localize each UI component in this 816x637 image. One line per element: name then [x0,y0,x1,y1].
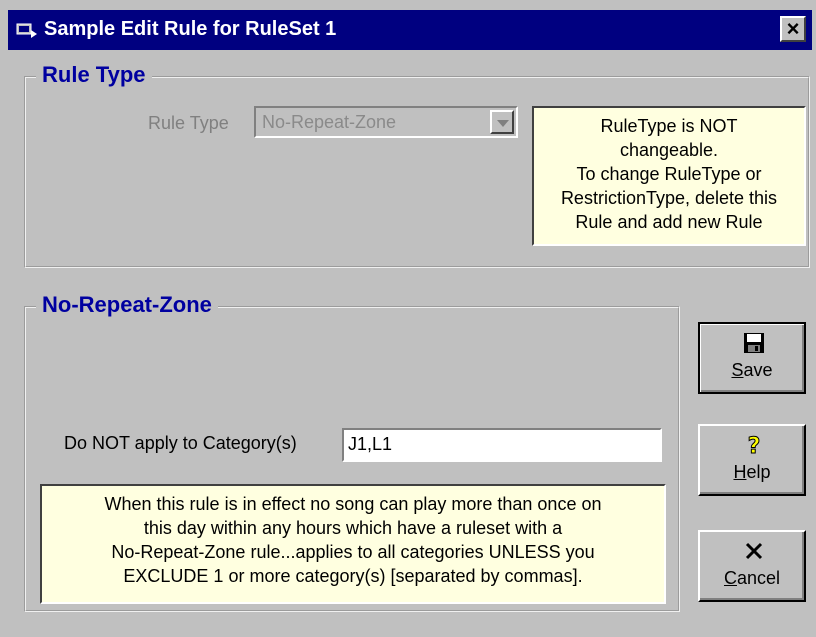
question-mark-icon: ? [741,432,767,458]
help-mnemonic: H [733,462,747,482]
rule-type-note-line: To change RuleType or [576,164,762,184]
window-title: Sample Edit Rule for RuleSet 1 [44,18,337,40]
rule-type-combo[interactable]: No-Repeat-Zone [254,106,518,138]
chevron-down-icon[interactable] [490,110,514,134]
cancel-button[interactable]: Cancel [698,530,806,602]
save-mnemonic: S [731,360,744,380]
rule-type-note-line: RuleType is NOT [600,116,738,136]
category-label: Do NOT apply to Category(s) [64,433,297,453]
save-label: ave [743,360,773,380]
svg-text:?: ? [748,434,761,457]
floppy-disk-icon [741,330,767,356]
rule-type-note-line: RestrictionType, delete this [560,188,778,208]
rule-type-note-line: Rule and add new Rule [575,212,763,232]
category-input[interactable]: J1,L1 [342,428,662,462]
rule-type-note: RuleType is NOT changeable. To change Ru… [532,106,806,246]
close-icon: × [786,16,800,41]
zone-note-line: No-Repeat-Zone rule...applies to all cat… [111,542,595,562]
app-icon [16,23,37,38]
zone-note-line: When this rule is in effect no song can … [104,494,602,514]
rule-type-legend: Rule Type [36,62,152,88]
title-bar[interactable]: Sample Edit Rule for RuleSet 1 × [8,10,812,50]
save-button[interactable]: Save [698,322,806,394]
no-repeat-zone-legend: No-Repeat-Zone [36,292,218,318]
rule-type-note-line: changeable. [619,140,719,160]
close-button[interactable]: × [780,16,806,42]
cancel-mnemonic: C [723,568,737,588]
category-input-value: J1,L1 [348,434,393,454]
dialog-window: Sample Edit Rule for RuleSet 1 × Rule Ty… [0,0,816,637]
rule-type-combo-value: No-Repeat-Zone [262,112,397,132]
cancel-label: ancel [736,568,781,588]
help-button[interactable]: ? Help [698,424,806,496]
x-mark-icon [741,538,767,564]
zone-note-line: this day within any hours which have a r… [143,518,563,538]
zone-note-line: EXCLUDE 1 or more category(s) [separated… [123,566,583,586]
rule-type-label: Rule Type [148,113,229,133]
zone-description-note: When this rule is in effect no song can … [40,484,666,604]
help-label: elp [746,462,771,482]
